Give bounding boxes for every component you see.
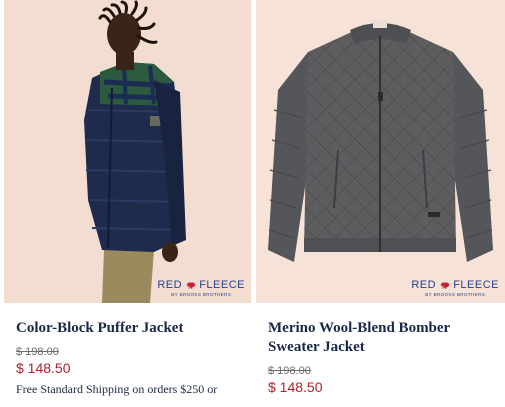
product-image-bomber-sweater[interactable]: RED FLEECE BY BROOKS BROTHERS bbox=[256, 0, 505, 303]
original-price: $ 198.00 bbox=[16, 346, 59, 358]
red-fleece-logo: RED FLEECE BY BROOKS BROTHERS bbox=[157, 278, 245, 297]
sheep-icon bbox=[186, 281, 195, 289]
original-price: $ 198.00 bbox=[268, 365, 311, 377]
sweater-jacket-image bbox=[268, 20, 493, 262]
product-title[interactable]: Color-Block Puffer Jacket bbox=[16, 319, 251, 338]
product-card-puffer-jacket[interactable]: RED FLEECE BY BROOKS BROTHERS Color-Bloc… bbox=[4, 0, 251, 397]
puffer-jacket-model-image bbox=[84, 0, 186, 303]
sale-price: $ 148.50 bbox=[268, 379, 323, 395]
product-image-puffer-jacket[interactable]: RED FLEECE BY BROOKS BROTHERS bbox=[4, 0, 251, 303]
red-fleece-logo: RED FLEECE BY BROOKS BROTHERS bbox=[411, 278, 499, 297]
sale-price: $ 148.50 bbox=[16, 360, 71, 376]
product-title[interactable]: Merino Wool-Blend Bomber Sweater Jacket bbox=[268, 319, 505, 357]
shipping-promo: Free Standard Shipping on orders $250 or bbox=[16, 382, 218, 396]
sheep-icon bbox=[440, 281, 449, 289]
product-card-bomber-sweater[interactable]: RED FLEECE BY BROOKS BROTHERS Merino Woo… bbox=[256, 0, 505, 395]
